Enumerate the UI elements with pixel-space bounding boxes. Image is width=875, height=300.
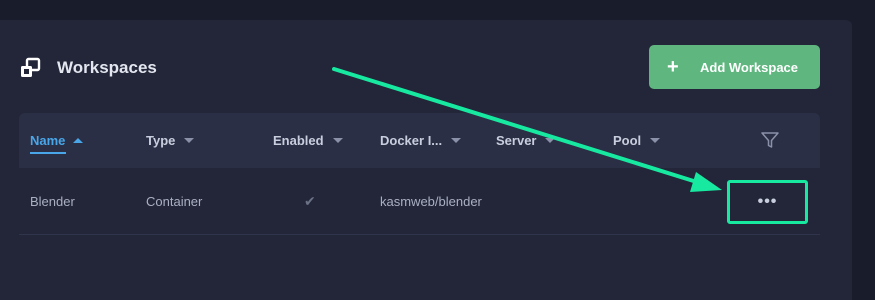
windows-stack-icon xyxy=(18,56,42,80)
column-label: Enabled xyxy=(273,133,324,148)
more-icon: ••• xyxy=(757,193,778,210)
page-header: Workspaces xyxy=(18,55,157,81)
row-actions-button[interactable]: ••• xyxy=(727,180,808,224)
filter-icon[interactable] xyxy=(760,130,780,150)
cell-type: Container xyxy=(146,193,203,209)
column-label: Docker I... xyxy=(380,133,443,148)
column-label: Server xyxy=(496,133,537,148)
chevron-down-icon xyxy=(332,138,343,143)
cell-docker-image: kasmweb/blender xyxy=(380,193,482,209)
column-label: Type xyxy=(146,133,176,148)
add-workspace-label: Add Workspace xyxy=(700,59,799,75)
add-workspace-button[interactable]: + Add Workspace xyxy=(649,45,820,89)
column-label: Pool xyxy=(613,133,642,148)
column-header-pool[interactable]: Pool xyxy=(613,113,661,168)
column-header-server[interactable]: Server xyxy=(496,113,556,168)
chevron-down-icon xyxy=(650,138,661,143)
chevron-down-icon xyxy=(451,138,462,143)
page-title: Workspaces xyxy=(57,58,157,77)
enabled-check-icon: ✔ xyxy=(304,192,316,209)
plus-icon: + xyxy=(667,56,679,78)
cell-name: Blender xyxy=(30,193,75,209)
active-sort-underline xyxy=(30,152,66,154)
column-header-docker-image[interactable]: Docker I... xyxy=(380,113,462,168)
table-header: Name Type Enabled Docker I... Server Poo… xyxy=(19,113,820,168)
column-label: Name xyxy=(30,133,66,148)
column-header-enabled[interactable]: Enabled xyxy=(273,113,343,168)
chevron-down-icon xyxy=(545,138,556,143)
table-row[interactable]: Blender Container ✔ kasmweb/blender xyxy=(19,168,820,235)
column-header-type[interactable]: Type xyxy=(146,113,195,168)
sort-ascending-icon xyxy=(73,138,84,143)
chevron-down-icon xyxy=(184,138,195,143)
column-header-name[interactable]: Name xyxy=(30,113,84,168)
